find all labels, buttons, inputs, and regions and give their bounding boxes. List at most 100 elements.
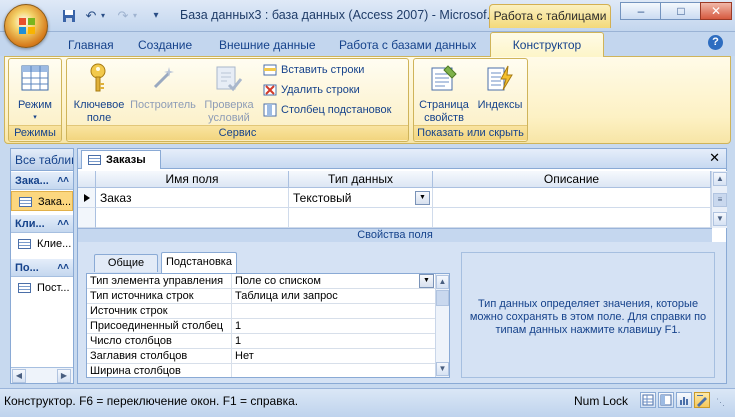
property-row[interactable]: Тип источника строк Таблица или запрос xyxy=(87,289,435,304)
table-icon xyxy=(88,155,101,165)
property-row[interactable]: Ширина столбцов xyxy=(87,364,435,377)
indexes-label: Индексы xyxy=(477,99,523,111)
lookup-column-button[interactable]: Столбец подстановок xyxy=(261,102,407,118)
nav-section-clients[interactable]: Кли... ˄˄ xyxy=(11,215,73,233)
property-sheet-label-2: свойств xyxy=(424,112,464,124)
data-type-cell-empty[interactable] xyxy=(289,208,433,228)
tab-general[interactable]: Общие xyxy=(94,254,158,272)
nav-item-suppliers-label: Пост... xyxy=(37,282,70,294)
close-button[interactable]: ✕ xyxy=(700,2,732,20)
maximize-button[interactable]: □ xyxy=(660,2,702,20)
property-row[interactable]: Число столбцов 1 xyxy=(87,334,435,349)
resize-grip-icon[interactable]: ⋱ xyxy=(716,397,728,409)
nav-section-suppliers[interactable]: По... ˄˄ xyxy=(11,259,73,277)
row-selector[interactable] xyxy=(78,208,96,228)
data-type-dropdown-icon[interactable]: ▼ xyxy=(415,191,430,205)
builder-wand-icon xyxy=(153,67,174,89)
customize-quick-access-icon[interactable]: ▾ xyxy=(150,8,162,24)
tab-design[interactable]: Конструктор xyxy=(490,32,604,57)
table-icon xyxy=(18,283,31,293)
validation-label-2: условий xyxy=(208,112,250,124)
tab-external-data[interactable]: Внешние данные xyxy=(219,36,316,54)
field-name-cell[interactable]: Заказ xyxy=(96,188,289,208)
builder-button[interactable]: Построитель xyxy=(129,61,197,125)
tab-create[interactable]: Создание xyxy=(138,36,192,54)
collapse-chevron-icon[interactable]: ˄˄ xyxy=(57,215,69,233)
design-view-icon xyxy=(697,395,707,407)
redo-dropdown-icon[interactable]: ▾ xyxy=(130,8,140,24)
validation-icon xyxy=(216,66,243,92)
context-tab-table-tools: Работа с таблицами xyxy=(489,4,611,28)
tab-home[interactable]: Главная xyxy=(68,36,114,54)
pivot-chart-view-button[interactable] xyxy=(676,392,692,408)
minimize-button[interactable]: – xyxy=(620,2,662,20)
grid-vertical-scrollbar[interactable]: ▲ ≡ ▼ xyxy=(711,171,727,228)
design-view-button[interactable] xyxy=(694,392,710,408)
property-row[interactable]: Заглавия столбцов Нет xyxy=(87,349,435,364)
nav-horizontal-scrollbar[interactable]: ◀ ▶ xyxy=(11,367,73,383)
property-name: Заглавия столбцов xyxy=(87,349,232,363)
help-icon[interactable]: ? xyxy=(708,35,723,50)
scroll-left-icon[interactable]: ◀ xyxy=(12,369,26,383)
nav-section-suppliers-title: По... xyxy=(15,262,39,274)
scroll-down-icon[interactable]: ▼ xyxy=(713,212,727,226)
property-value[interactable] xyxy=(234,364,434,377)
office-logo-icon xyxy=(19,18,35,34)
description-cell[interactable] xyxy=(433,188,711,208)
property-value[interactable]: Поле со списком xyxy=(234,274,434,288)
key-icon xyxy=(90,63,106,92)
primary-key-button[interactable]: Ключевое поле xyxy=(69,61,129,125)
property-value[interactable]: 1 xyxy=(234,319,434,333)
scroll-down-icon[interactable]: ▼ xyxy=(436,362,449,376)
property-name: Тип источника строк xyxy=(87,289,232,303)
property-sheet-label-1: Страница xyxy=(419,99,469,111)
nav-item-clients-label: Клие... xyxy=(37,238,72,250)
tab-lookup[interactable]: Подстановка xyxy=(161,252,237,273)
datasheet-view-button[interactable] xyxy=(640,392,656,408)
indexes-button[interactable]: Индексы xyxy=(474,61,526,125)
field-name-cell-empty[interactable] xyxy=(96,208,289,228)
primary-key-label-2: поле xyxy=(86,112,112,124)
nav-item-suppliers[interactable]: Пост... xyxy=(11,278,73,298)
properties-vertical-scrollbar[interactable]: ▲ ▼ xyxy=(435,274,449,377)
property-value[interactable]: Нет xyxy=(234,349,434,363)
column-header-description: Описание xyxy=(433,171,711,188)
delete-rows-button[interactable]: Удалить строки xyxy=(261,82,407,98)
property-row[interactable]: Присоединенный столбец 1 xyxy=(87,319,435,334)
close-document-icon[interactable]: ✕ xyxy=(709,150,720,166)
property-value[interactable] xyxy=(234,304,434,318)
property-sheet-button[interactable]: Страница свойств xyxy=(416,61,472,125)
row-selector[interactable] xyxy=(78,188,96,208)
office-button[interactable] xyxy=(4,4,48,48)
insert-rows-label: Вставить строки xyxy=(281,64,365,76)
pivot-table-view-button[interactable] xyxy=(658,392,674,408)
scroll-up-icon[interactable]: ▲ xyxy=(436,275,449,289)
description-cell-empty[interactable] xyxy=(433,208,711,228)
property-dropdown-icon[interactable]: ▼ xyxy=(419,274,434,288)
property-row[interactable]: Тип элемента управления Поле со списком … xyxy=(87,274,435,289)
undo-dropdown-icon[interactable]: ▾ xyxy=(98,8,108,24)
scroll-thumb[interactable]: ≡ xyxy=(713,193,727,207)
property-row[interactable]: Источник строк xyxy=(87,304,435,319)
test-validation-button[interactable]: Проверка условий xyxy=(199,61,259,125)
data-type-cell[interactable]: Текстовый ▼ xyxy=(289,188,433,208)
tab-database-tools[interactable]: Работа с базами данных xyxy=(339,36,476,54)
nav-item-clients[interactable]: Клие... xyxy=(11,234,73,254)
save-icon[interactable] xyxy=(60,8,78,24)
property-value[interactable]: Таблица или запрос xyxy=(234,289,434,303)
scroll-thumb[interactable] xyxy=(436,290,449,306)
property-value[interactable]: 1 xyxy=(234,334,434,348)
scroll-right-icon[interactable]: ▶ xyxy=(57,369,71,383)
collapse-chevron-icon[interactable]: ˄˄ xyxy=(57,259,69,277)
nav-section-orders[interactable]: Зака... ˄˄ xyxy=(11,172,73,190)
nav-item-orders[interactable]: Зака... xyxy=(11,191,73,211)
document-tab-orders[interactable]: Заказы xyxy=(81,150,161,169)
nav-pane-header[interactable]: Все таблицы xyxy=(11,149,73,171)
property-name: Тип элемента управления xyxy=(87,274,232,288)
insert-rows-button[interactable]: Вставить строки xyxy=(261,62,407,78)
view-button[interactable]: Режим ▾ xyxy=(9,61,61,123)
data-type-value: Текстовый xyxy=(293,191,352,205)
scroll-up-icon[interactable]: ▲ xyxy=(713,172,727,186)
group-modes-label: Режимы xyxy=(9,125,61,140)
collapse-chevron-icon[interactable]: ˄˄ xyxy=(57,172,69,190)
